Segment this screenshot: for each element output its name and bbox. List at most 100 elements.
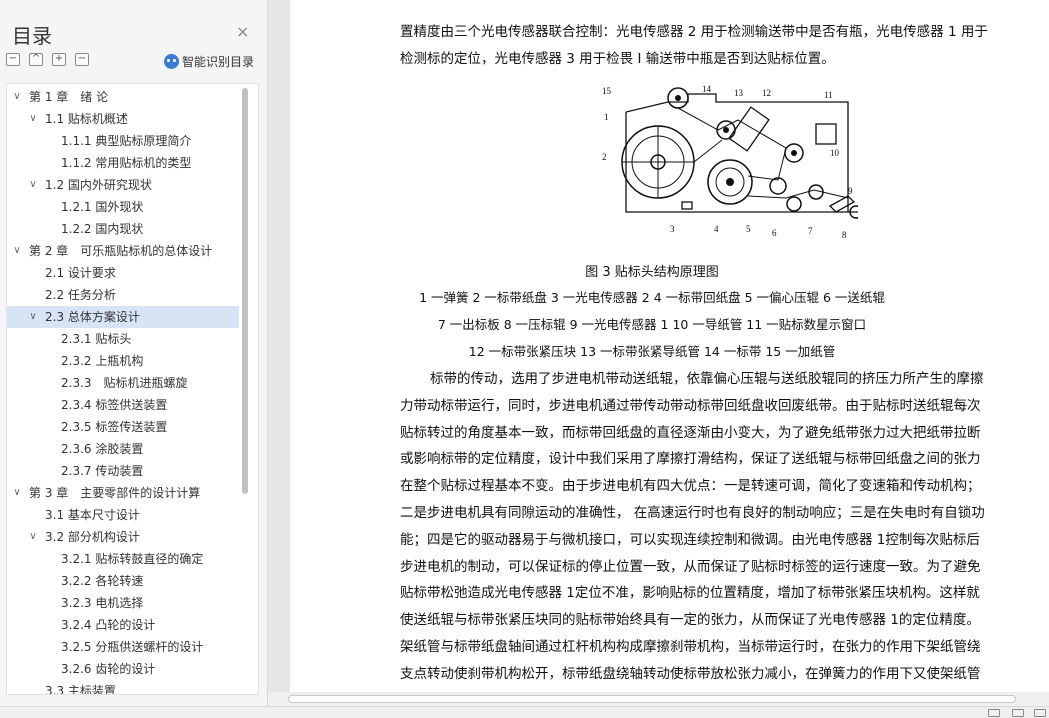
toc-item[interactable]: 1.1.2 常用贴标机的类型	[7, 152, 239, 174]
toc-item-label: 1.1 贴标机概述	[45, 112, 128, 126]
chevron-down-icon[interactable]: ∨	[27, 174, 39, 196]
paragraph-line: 贴标转过的角度基本一致，而标带回纸盘的直径逐渐由小变大，为了避免纸带张力过大把纸…	[400, 424, 981, 441]
paragraph-line: 支点转动使刹带机构松开，标带纸盘绕轴转动使标带放松张力减小，在弹簧力的作用下又使…	[400, 665, 981, 682]
toc-item[interactable]: 2.3.5 标签传送装置	[7, 416, 239, 438]
toc-item[interactable]: 2.3.7 传动装置	[7, 460, 239, 482]
figure-number: 3	[670, 224, 675, 234]
chevron-down-icon[interactable]: ∨	[27, 306, 39, 328]
paragraph-line: 贴标带松弛造成光电传感器 1定位不准，影响贴标的位置精度，增加了标带张紧压块机构…	[400, 585, 980, 602]
toc-item[interactable]: 1.1.1 典型贴标原理简介	[7, 130, 239, 152]
chevron-down-icon[interactable]: ∨	[11, 482, 23, 504]
toc-item[interactable]: 2.2 任务分析	[7, 284, 239, 306]
paragraph-line: 架纸管与标带纸盘轴间通过杠杆机构构成摩擦刹带机构，当标带运行时，在张力的作用下架…	[400, 639, 981, 655]
chevron-down-icon[interactable]: ∨	[27, 526, 39, 548]
toc-tree: ∨ 第 1 章 绪 论 ∨ 1.1 贴标机概述 1.1.1 典型贴标原理简介 1.1.2 …	[6, 83, 259, 695]
toc-item[interactable]: 2.3.6 涂胶装置	[7, 438, 239, 460]
ai-bot-icon	[164, 54, 179, 69]
toc-item-label: 1.2.1 国外现状	[61, 200, 144, 214]
toc-item-label: 2.3.6 涂胶装置	[61, 442, 144, 456]
figure-number: 14	[702, 84, 712, 94]
figure-caption: 图 3 贴标头结构原理图	[585, 265, 719, 280]
paragraph-line: 二是步进电机具有同隙运动的准确性， 在高速运行时也有良好的制动响应；三是在失电时…	[400, 505, 985, 521]
toc-item[interactable]: 1.2.2 国内现状	[7, 218, 239, 240]
feed-roller	[786, 196, 802, 212]
collapse-level-icon[interactable]: ^	[29, 53, 43, 66]
chevron-down-icon[interactable]: ∨	[11, 240, 23, 262]
toc-item-label: 2.3.1 贴标头	[61, 332, 132, 346]
toc-item-label: 第 3 章 主要零部件的设计计算	[29, 486, 201, 500]
zoom-icon[interactable]	[1034, 709, 1046, 717]
paragraph-line: 在整个贴标过程基本不变。由于步进电机有四大优点：一是转速可调，简化了变速箱和传动…	[400, 478, 981, 495]
figure-number: 2	[602, 152, 607, 162]
figure-number: 15	[602, 86, 612, 96]
toc-item-label: 2.3.4 标签供送装置	[61, 398, 168, 412]
paragraph-line: 步进电机的制动，可以保证标的停止位置一致，从而保证了贴标时标签的运行速度一致。为…	[400, 558, 981, 575]
toc-item-label: 3.2.1 贴标转鼓直径的确定	[61, 552, 204, 566]
tension-block	[728, 106, 770, 152]
toc-item[interactable]: 3.2.5 分瓶供送螺杆的设计	[7, 636, 239, 658]
toc-item[interactable]: 3.2.1 贴标转鼓直径的确定	[7, 548, 239, 570]
toc-item-label: 3.3 主标装置	[45, 684, 116, 695]
close-icon[interactable]: ×	[236, 24, 249, 40]
toc-item-label: 1.1.2 常用贴标机的类型	[61, 156, 192, 170]
toc-item-label: 2.3.3 贴标机进瓶螺旋	[61, 376, 188, 390]
toc-item-label: 2.1 设计要求	[45, 266, 116, 280]
paragraph-line: 标带的传动，选用了步进电机带动送纸辊，依靠偏心压辊与送纸胶辊同的挤压力所产生的摩…	[430, 371, 984, 387]
paragraph-line: 能；四是它的驱动器易于与微机接口，可以实现连续控制和微调。由光电传感器 1控制每…	[400, 531, 980, 548]
toc-item-label: 1.1.1 典型贴标原理简介	[61, 134, 192, 148]
paragraph-line: 使送纸辊与标带张紧压块同的贴标带始终具有一定的张力，从而保证了光电传感器 1的定…	[400, 612, 980, 629]
toc-item[interactable]: 2.1 设计要求	[7, 262, 239, 284]
figure-number: 5	[746, 224, 751, 234]
toc-scrollbar[interactable]	[242, 88, 248, 494]
toc-item[interactable]: ∨ 第 1 章 绪 论	[7, 86, 239, 108]
legend-line: 1 一弹簧 2 一标带纸盘 3 一光电传感器 2 4 一标带回纸盘 5 一偏心压…	[419, 290, 885, 305]
collapse-all-icon[interactable]: −	[6, 53, 20, 66]
toc-item-label: 3.2.4 凸轮的设计	[61, 618, 156, 632]
toc-item-label: 3.2.2 各轮转速	[61, 574, 144, 588]
label-head-diagram: 15 1 2 14 13 12 11 10 3 4 5 6 7 8 9	[602, 84, 858, 240]
page-view-icon[interactable]	[988, 709, 1000, 717]
scrollbar-thumb[interactable]	[288, 695, 1016, 703]
toc-item-label: 3.2.5 分瓶供送螺杆的设计	[61, 640, 204, 654]
toc-item[interactable]: ∨ 第 3 章 主要零部件的设计计算	[7, 482, 239, 504]
toc-item[interactable]: ∨ 1.1 贴标机概述	[7, 108, 239, 130]
horizontal-scrollbar[interactable]	[268, 692, 1049, 706]
toc-item[interactable]: 1.2.1 国外现状	[7, 196, 239, 218]
toc-item-label: 1.2.2 国内现状	[61, 222, 144, 236]
status-bar	[0, 706, 1049, 718]
remove-entry-icon[interactable]: −	[75, 53, 89, 66]
toc-item[interactable]: 2.3.1 贴标头	[7, 328, 239, 350]
toc-item[interactable]: 2.3.4 标签供送装置	[7, 394, 239, 416]
toc-item-label: 1.2 国内外研究现状	[45, 178, 152, 192]
toc-item-label: 3.2.3 电机选择	[61, 596, 144, 610]
toc-item[interactable]: ∨ 3.2 部分机构设计	[7, 526, 239, 548]
toc-item[interactable]: ∨ 2.3 总体方案设计	[7, 306, 239, 328]
toc-item[interactable]: ∨ 1.2 国内外研究现状	[7, 174, 239, 196]
toc-item-label: 2.3 总体方案设计	[45, 310, 140, 324]
add-entry-icon[interactable]: +	[52, 53, 66, 66]
toc-item-label: 3.2.6 齿轮的设计	[61, 662, 156, 676]
toc-item-label: 3.1 基本尺寸设计	[45, 508, 140, 522]
toc-item[interactable]: 2.3.3 贴标机进瓶螺旋	[7, 372, 239, 394]
toc-item[interactable]: 3.2.4 凸轮的设计	[7, 614, 239, 636]
toc-item[interactable]: 3.2.2 各轮转速	[7, 570, 239, 592]
toc-item[interactable]: 2.3.2 上瓶机构	[7, 350, 239, 372]
figure-number: 7	[808, 226, 813, 236]
chevron-down-icon[interactable]: ∨	[11, 86, 23, 108]
toc-item[interactable]: 3.1 基本尺寸设计	[7, 504, 239, 526]
paragraph-line: 或影响标带的定位精度，设计中我们采用了摩擦打滑结构，保证了送纸辊与标带回纸盘之间…	[400, 451, 981, 468]
toc-item-label: 第 1 章 绪 论	[29, 90, 109, 104]
figure-number: 10	[830, 148, 840, 158]
figure-number: 9	[848, 186, 853, 196]
toc-item[interactable]: 3.3 主标装置	[7, 680, 239, 695]
toc-item[interactable]: 3.2.6 齿轮的设计	[7, 658, 239, 680]
toc-item[interactable]: ∨ 第 2 章 可乐瓶贴标机的总体设计	[7, 240, 239, 262]
figure-number: 12	[762, 88, 771, 98]
toc-item[interactable]: 3.2.3 电机选择	[7, 592, 239, 614]
figure-number: 11	[824, 90, 833, 100]
smart-toc-button[interactable]: 智能识别目录	[164, 53, 254, 70]
chevron-down-icon[interactable]: ∨	[27, 108, 39, 130]
toc-item-label: 2.3.5 标签传送装置	[61, 420, 168, 434]
layout-view-icon[interactable]	[1012, 709, 1024, 717]
legend-line: 12 一标带张紧压块 13 一标带张紧导纸管 14 一标带 15 一加纸管	[468, 344, 836, 359]
